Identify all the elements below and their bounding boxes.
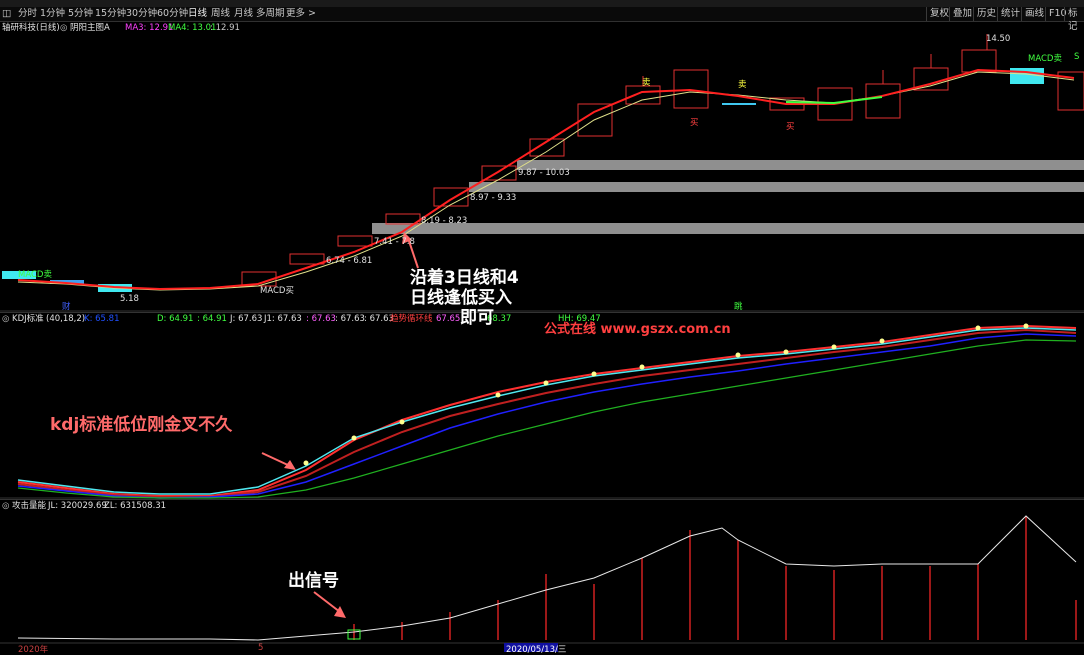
annotation-arrow-3 xyxy=(313,591,341,613)
price-zone-bar-2 xyxy=(372,223,1084,234)
macd-sell-signal-right: MACD卖 xyxy=(1028,54,1062,64)
x-axis-start-label: 2020年 xyxy=(18,645,49,655)
zone-label-3: 8.19 - 8.23 xyxy=(421,216,468,226)
zone-label-5: 9.87 - 10.03 xyxy=(518,168,570,178)
zone-label-4: 8.97 - 9.33 xyxy=(470,193,517,203)
kdj-dots xyxy=(303,323,1029,466)
candle xyxy=(673,69,709,109)
zone-label-1: 6.74 - 6.81 xyxy=(326,256,373,266)
candle xyxy=(289,253,325,265)
candle xyxy=(961,49,997,73)
price-zone-bar-5 xyxy=(517,160,1084,170)
candle xyxy=(865,83,901,119)
chart-canvas[interactable] xyxy=(0,0,1084,652)
jump-marker[interactable]: 跳 xyxy=(734,300,743,312)
annotation-arrow-2 xyxy=(261,452,291,467)
macd-sell-signal-left: MACD卖 xyxy=(18,270,52,280)
watermark-text: 公式在线 www.gszx.com.cn xyxy=(544,322,731,337)
buy-signal-2: 买 xyxy=(786,122,795,132)
ma-line-red xyxy=(17,68,1075,291)
annotation-strategy: 沿着3日线和4 日线逢低买入 即可 xyxy=(410,268,519,328)
zone-label-2: 7.41 - 7.8 xyxy=(374,237,415,247)
annotation-signal: 出信号 xyxy=(288,571,339,591)
ma-line-yellow xyxy=(17,71,1075,291)
candle xyxy=(337,235,373,247)
x-axis-cursor-date: 2020/05/13/三 xyxy=(506,645,567,655)
finance-marker[interactable]: 财 xyxy=(62,300,71,312)
annotation-kdj: kdj标准低位刚金叉不久 xyxy=(50,415,233,435)
candle xyxy=(625,85,661,105)
buy-signal-1: 买 xyxy=(690,118,699,128)
macd-buy-signal: MACD买 xyxy=(260,286,294,296)
cyan-candles xyxy=(2,68,1044,292)
s-signal: S xyxy=(1074,52,1080,62)
sell-signal-1: 卖 xyxy=(642,78,651,88)
sell-signal-2: 卖 xyxy=(738,80,747,90)
price-high-label: 14.50 xyxy=(986,34,1011,44)
price-zone-bar-4 xyxy=(469,182,1084,192)
price-low-label: 5.18 xyxy=(120,294,139,304)
volume-bars xyxy=(353,516,1077,640)
candle xyxy=(433,187,469,207)
volume-line xyxy=(17,515,1077,641)
